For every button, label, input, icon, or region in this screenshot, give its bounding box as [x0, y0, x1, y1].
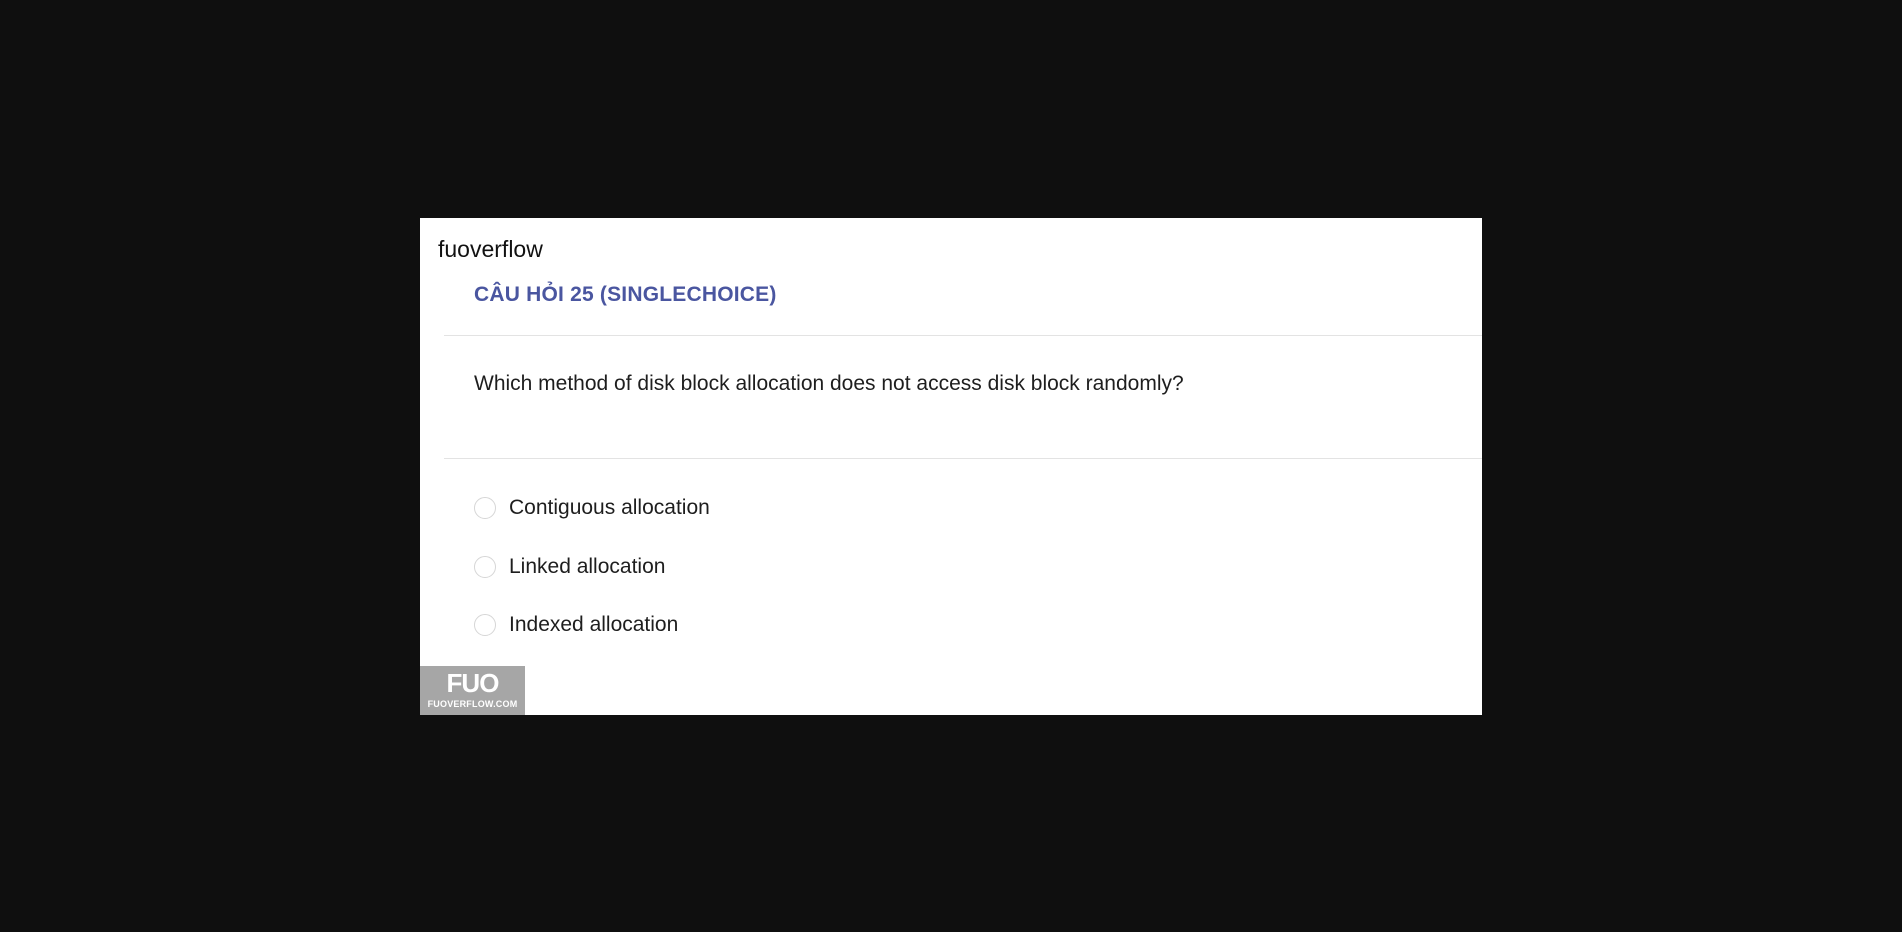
answer-option-contiguous[interactable]: Contiguous allocation — [474, 493, 710, 523]
site-name: fuoverflow — [438, 236, 543, 262]
radio-button[interactable] — [474, 555, 496, 578]
image-viewer: fuoverflow CÂU HỎI 25 (SINGLECHOICE) Whi… — [0, 0, 1902, 932]
answer-option-label: Linked allocation — [509, 554, 666, 578]
question-card: fuoverflow CÂU HỎI 25 (SINGLECHOICE) Whi… — [420, 218, 1482, 715]
radio-button[interactable] — [474, 497, 496, 519]
answer-option-label: Indexed allocation — [509, 613, 679, 636]
logo-mark: FUO — [446, 668, 500, 698]
logo-text: FUOVERFLOW.COM — [427, 699, 518, 709]
divider — [444, 335, 1482, 336]
answer-option-label: Contiguous allocation — [509, 496, 710, 519]
answer-option-indexed[interactable]: Indexed allocation — [474, 610, 710, 640]
question-heading: CÂU HỎI 25 (SINGLECHOICE) — [474, 283, 777, 306]
answer-option-linked[interactable]: Linked allocation — [474, 552, 710, 582]
fuoverflow-logo: FUO FUOVERFLOW.COM — [420, 666, 525, 715]
answer-options: Contiguous allocation Linked allocation … — [474, 493, 710, 669]
divider — [444, 458, 1482, 459]
radio-button[interactable] — [474, 614, 496, 636]
question-text: Which method of disk block allocation do… — [474, 372, 1184, 395]
